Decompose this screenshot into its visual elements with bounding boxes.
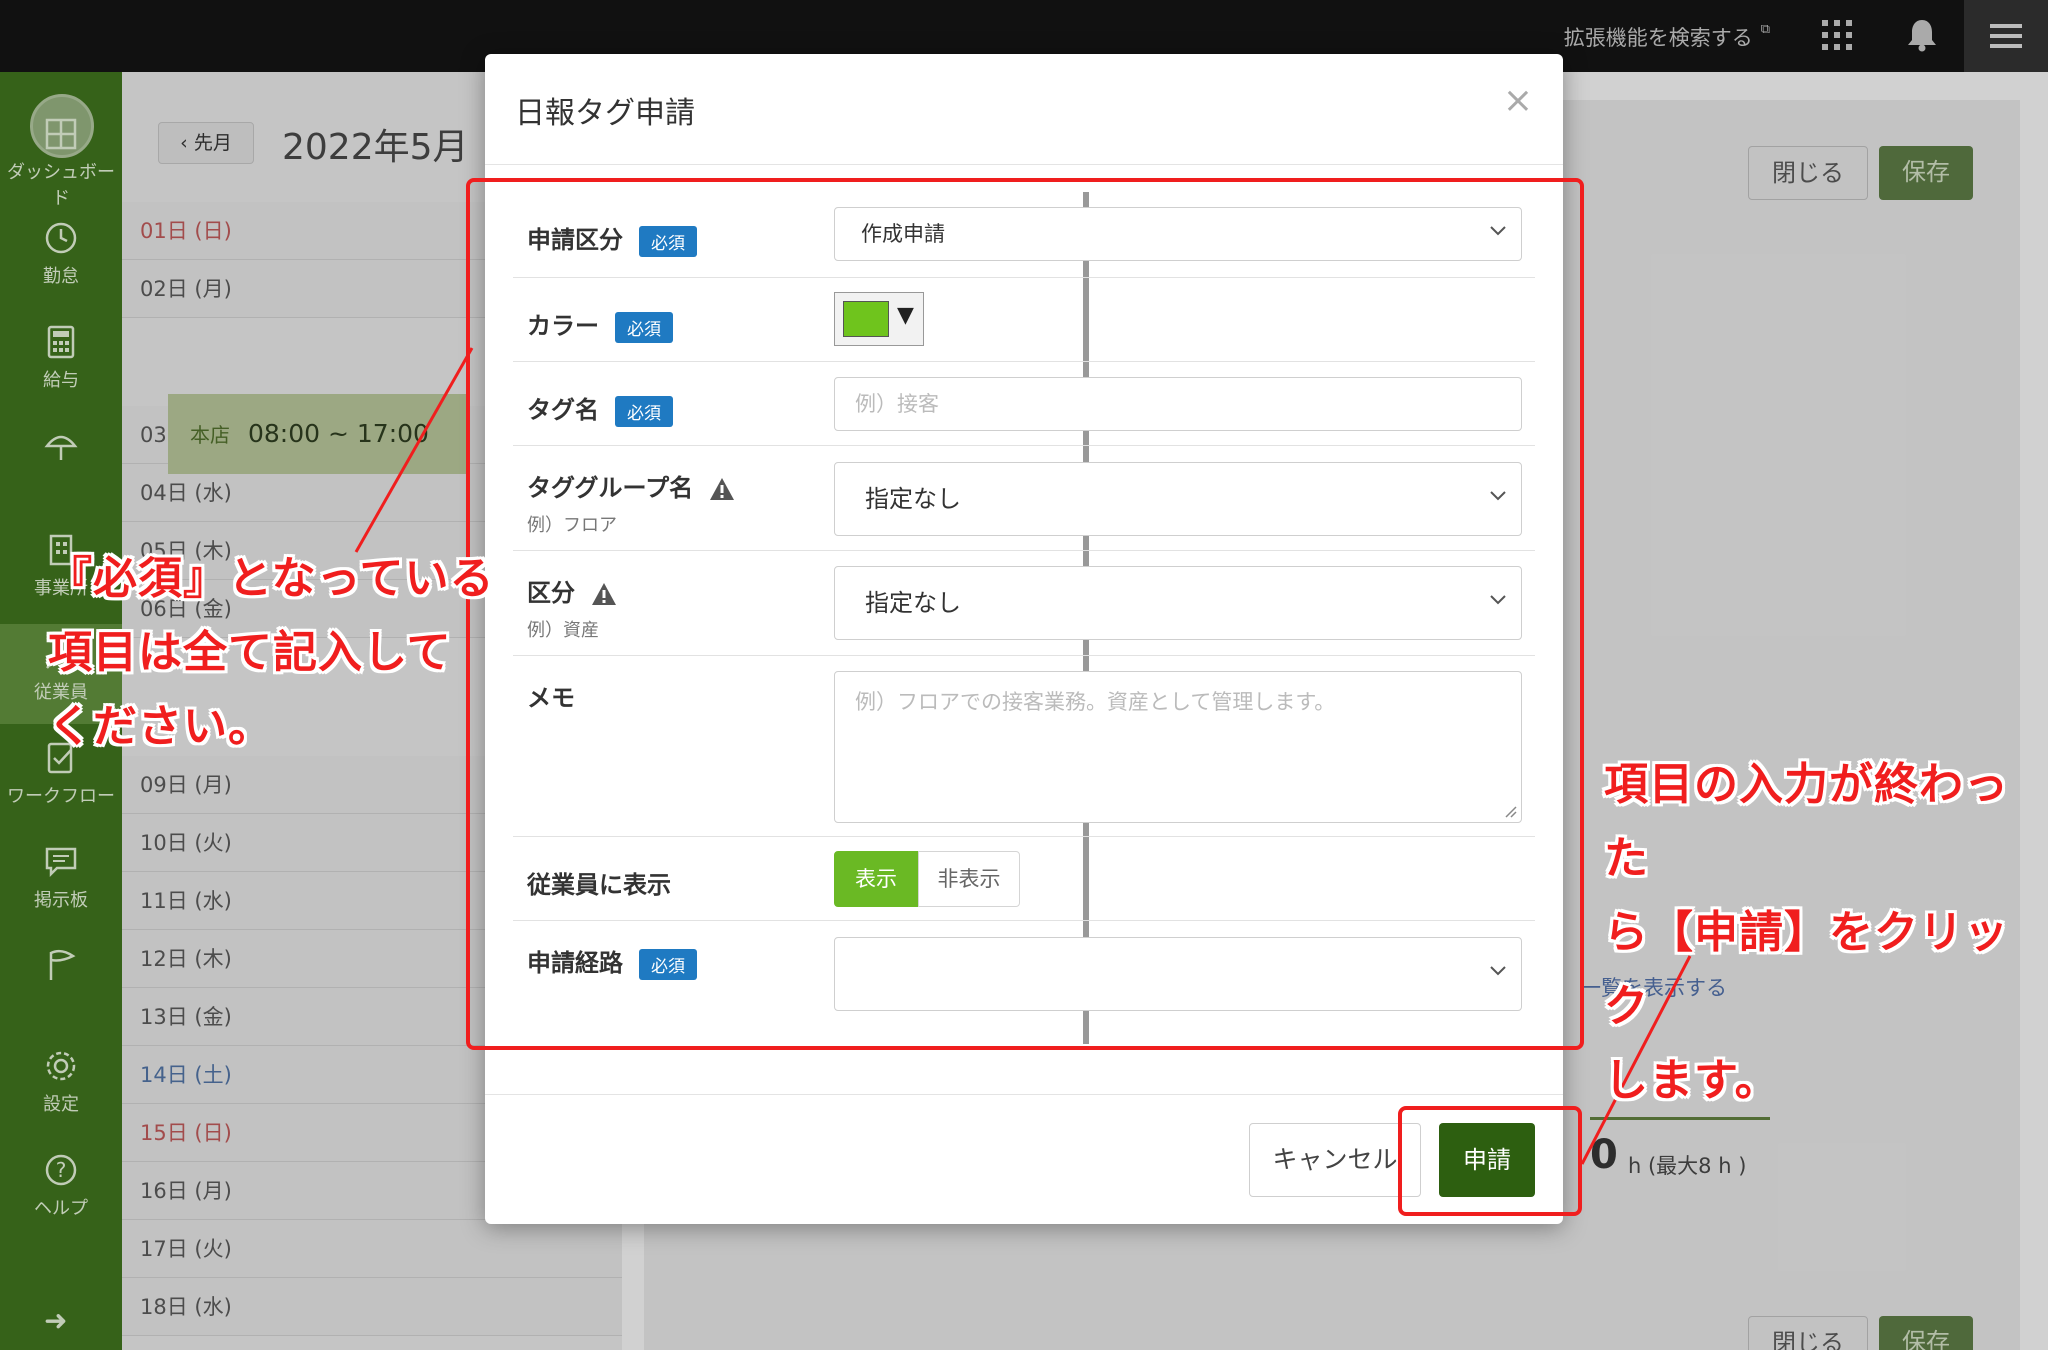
cancel-button[interactable]: キャンセル: [1249, 1123, 1421, 1197]
hamburger-menu-button[interactable]: [1964, 0, 2048, 72]
annotation-left-line1: 『必須』となっている: [48, 553, 495, 604]
extension-search-label: 拡張機能を検索する: [1563, 26, 1753, 50]
annotation-left: 『必須』となっている 項目は全て記入して ください。: [48, 542, 494, 764]
form-highlight-box: [466, 178, 1584, 1050]
annotation-right: 項目の入力が終わった ら【申請】をクリック します。: [1604, 748, 2048, 1118]
submit-highlight-box: [1398, 1106, 1582, 1216]
apps-grid-icon[interactable]: [1822, 20, 1852, 50]
annotation-right-line3: します。: [1604, 1055, 1780, 1106]
annotation-left-line3: ください。: [48, 701, 273, 752]
modal-header-divider: [485, 164, 1563, 165]
annotation-left-line2: 項目は全て記入して: [48, 627, 452, 678]
extension-search-link[interactable]: 拡張機能を検索する ⧉: [1564, 22, 1770, 52]
modal-footer-divider: [485, 1094, 1563, 1095]
bell-icon[interactable]: [1906, 18, 1938, 52]
close-icon[interactable]: ×: [1503, 80, 1533, 121]
annotation-right-line2: ら【申請】をクリック: [1604, 907, 2009, 1032]
external-link-icon: ⧉: [1760, 22, 1770, 37]
annotation-right-line1: 項目の入力が終わった: [1604, 759, 2009, 884]
modal-title: 日報タグ申請: [515, 96, 695, 131]
